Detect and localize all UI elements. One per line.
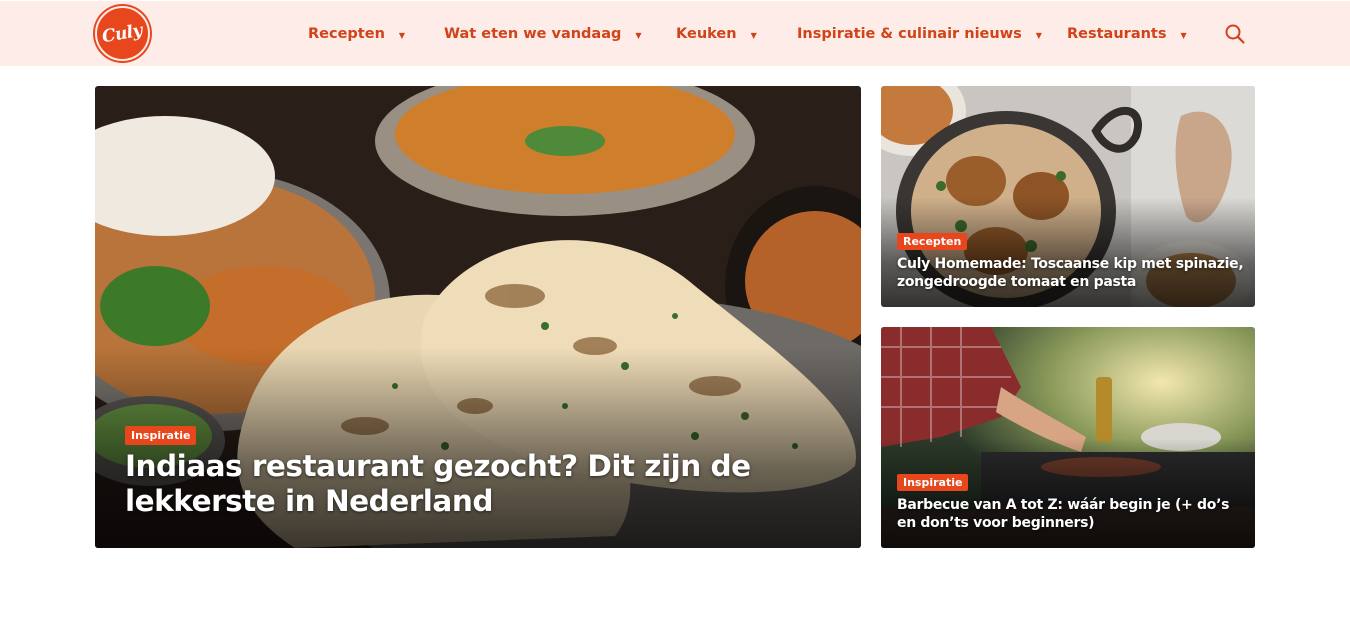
search-icon <box>1225 24 1245 44</box>
nav-item-restaurants[interactable]: Restaurants ▼ <box>1067 23 1187 45</box>
logo-text: Culy <box>100 20 145 47</box>
featured-article-card[interactable]: Inspiratie Indiaas restaurant gezocht? D… <box>95 86 861 548</box>
featured-article-title[interactable]: Indiaas restaurant gezocht? Dit zijn de … <box>125 449 805 519</box>
site-header: Culy Recepten ▼ Wat eten we vandaag ▼ Ke… <box>0 1 1350 66</box>
nav-item-wat-eten-we-vandaag[interactable]: Wat eten we vandaag ▼ <box>444 23 642 45</box>
nav-label: Inspiratie & culinair nieuws <box>797 26 1022 42</box>
category-badge[interactable]: Inspiratie <box>125 426 197 445</box>
caret-down-icon: ▼ <box>635 30 642 40</box>
nav-label: Recepten <box>308 26 385 42</box>
article-title[interactable]: Barbecue van A tot Z: wáár begin je (+ d… <box>897 496 1247 532</box>
article-card[interactable]: Recepten Culy Homemade: Toscaanse kip me… <box>881 86 1255 307</box>
caret-down-icon: ▼ <box>1035 30 1042 40</box>
search-button[interactable] <box>1224 23 1246 45</box>
nav-label: Keuken <box>676 26 737 42</box>
category-badge[interactable]: Recepten <box>897 233 968 250</box>
culy-logo[interactable]: Culy <box>95 6 150 61</box>
caret-down-icon: ▼ <box>398 30 406 40</box>
article-card[interactable]: Inspiratie Barbecue van A tot Z: wáár be… <box>881 327 1255 548</box>
nav-item-recepten[interactable]: Recepten ▼ <box>308 23 405 45</box>
nav-label: Restaurants <box>1067 26 1167 42</box>
caret-down-icon: ▼ <box>1180 30 1187 40</box>
caret-down-icon: ▼ <box>750 30 757 40</box>
nav-label: Wat eten we vandaag <box>444 26 622 42</box>
nav-item-inspiratie[interactable]: Inspiratie & culinair nieuws ▼ <box>797 23 1042 45</box>
category-badge[interactable]: Inspiratie <box>897 474 969 491</box>
article-title[interactable]: Culy Homemade: Toscaanse kip met spinazi… <box>897 255 1247 291</box>
nav-item-keuken[interactable]: Keuken ▼ <box>676 23 757 45</box>
